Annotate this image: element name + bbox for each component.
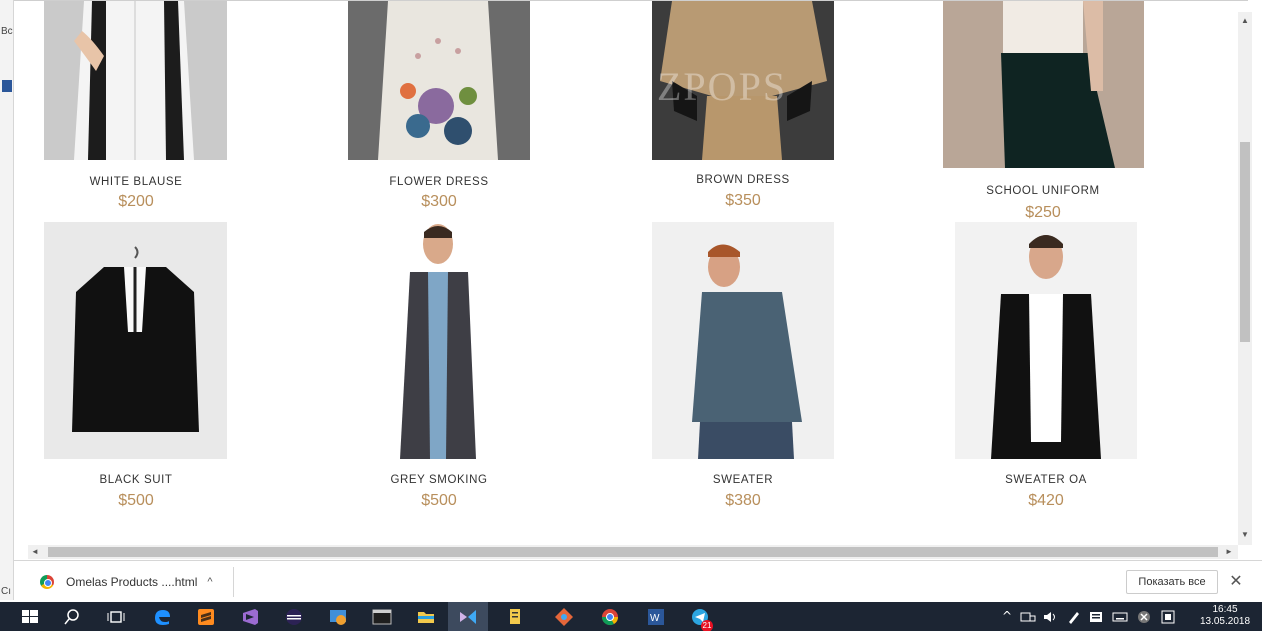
product-photo-school-uniform[interactable] — [943, 1, 1144, 168]
scroll-left-arrow-icon[interactable]: ◄ — [30, 547, 40, 557]
word-icon[interactable]: W — [646, 607, 666, 627]
screen: Bc Cı WHITE BLAUSE $200 FLOWER DRESS $30… — [0, 0, 1262, 631]
product-photo-black-suit[interactable] — [44, 222, 227, 459]
background-app-text-top: Bc — [1, 26, 13, 37]
input-language-icon[interactable] — [1160, 609, 1176, 625]
vertical-scroll-thumb[interactable] — [1240, 142, 1250, 342]
eclipse-icon[interactable] — [284, 607, 304, 627]
scroll-right-arrow-icon[interactable]: ► — [1224, 547, 1234, 557]
database-tool-icon[interactable] — [506, 607, 526, 627]
close-icon[interactable]: ✕ — [1226, 570, 1246, 594]
product-name: BROWN DRESS — [696, 174, 790, 186]
show-all-button[interactable]: Показать все — [1126, 570, 1218, 594]
horizontal-scroll-thumb[interactable] — [48, 547, 1218, 557]
windows-start-icon[interactable] — [20, 607, 40, 627]
product-price: $420 — [1028, 492, 1064, 509]
chrome-icon[interactable] — [600, 607, 620, 627]
pen-icon[interactable] — [1066, 609, 1082, 625]
chrome-file-icon — [40, 575, 54, 589]
control-panel-icon[interactable] — [328, 607, 348, 627]
product-photo-brown-dress[interactable]: ZPOPS — [652, 1, 834, 160]
product-price: $350 — [725, 192, 761, 209]
scroll-down-arrow-icon[interactable]: ▼ — [1240, 530, 1250, 540]
clock-date: 13.05.2018 — [1199, 616, 1251, 627]
browser-viewport: WHITE BLAUSE $200 FLOWER DRESS $300 ZPOP… — [14, 0, 1248, 545]
product-photo-sweater[interactable] — [652, 222, 834, 459]
git-tool-icon[interactable] — [554, 607, 574, 627]
word-doc-icon — [2, 80, 12, 92]
product-price: $200 — [118, 193, 154, 210]
product-name: SWEATER — [712, 474, 774, 486]
chevron-up-icon[interactable]: ^ — [207, 576, 212, 588]
product-price: $500 — [118, 492, 154, 509]
product-name: BLACK SUIT — [99, 474, 173, 486]
file-explorer-icon[interactable] — [416, 607, 436, 627]
blocked-icon[interactable] — [1136, 609, 1152, 625]
terminal-icon[interactable] — [372, 607, 392, 627]
windows-taskbar: W 21 ^ 16:45 13.05.2018 — [0, 602, 1262, 631]
product-photo-sweater-oa[interactable] — [955, 222, 1137, 459]
watermark-text: ZPOPS — [657, 64, 788, 109]
task-view-icon[interactable] — [106, 607, 126, 627]
product-name: SWEATER OA — [1005, 474, 1087, 486]
search-icon[interactable] — [62, 607, 82, 627]
product-photo-grey-smoking[interactable] — [348, 222, 530, 459]
product-photo-flower-dress[interactable] — [348, 1, 530, 160]
tray-chevron-icon[interactable]: ^ — [1002, 602, 1012, 631]
product-name: SCHOOL UNIFORM — [986, 185, 1100, 197]
product-price: $300 — [421, 193, 457, 210]
background-app-text-bottom: Cı — [1, 586, 11, 597]
keyboard-icon[interactable] — [1112, 609, 1128, 625]
product-photo-white-blause[interactable] — [44, 1, 227, 160]
sublime-text-icon[interactable] — [196, 607, 216, 627]
svg-text:W: W — [650, 613, 660, 624]
scroll-up-arrow-icon[interactable]: ▲ — [1240, 16, 1250, 26]
download-bar: Omelas Products ....html ^ Показать все … — [14, 560, 1262, 602]
vertical-scrollbar[interactable]: ▲ ▼ — [1238, 12, 1252, 545]
product-name: FLOWER DRESS — [389, 176, 489, 188]
action-center-icon[interactable] — [1088, 609, 1104, 625]
background-app-edge: Bc Cı — [0, 0, 14, 600]
download-item[interactable]: Omelas Products ....html ^ — [28, 567, 234, 597]
product-price: $250 — [1025, 204, 1061, 221]
visual-studio-icon[interactable] — [240, 607, 260, 627]
product-name: WHITE BLAUSE — [89, 176, 183, 188]
horizontal-scrollbar[interactable]: ◄ ► — [28, 545, 1238, 559]
product-price: $500 — [421, 492, 457, 509]
network-icon[interactable] — [1020, 609, 1036, 625]
edge-browser-icon[interactable] — [152, 607, 172, 627]
clock-time: 16:45 — [1212, 604, 1238, 615]
notification-badge: 21 — [701, 620, 713, 631]
taskbar-clock[interactable]: 16:45 13.05.2018 — [1192, 604, 1258, 628]
download-file-name: Omelas Products ....html — [66, 575, 198, 589]
visual-studio-code-icon[interactable] — [458, 607, 478, 627]
product-price: $380 — [725, 492, 761, 509]
product-name: GREY SMOKING — [390, 474, 488, 486]
volume-icon[interactable] — [1042, 609, 1058, 625]
